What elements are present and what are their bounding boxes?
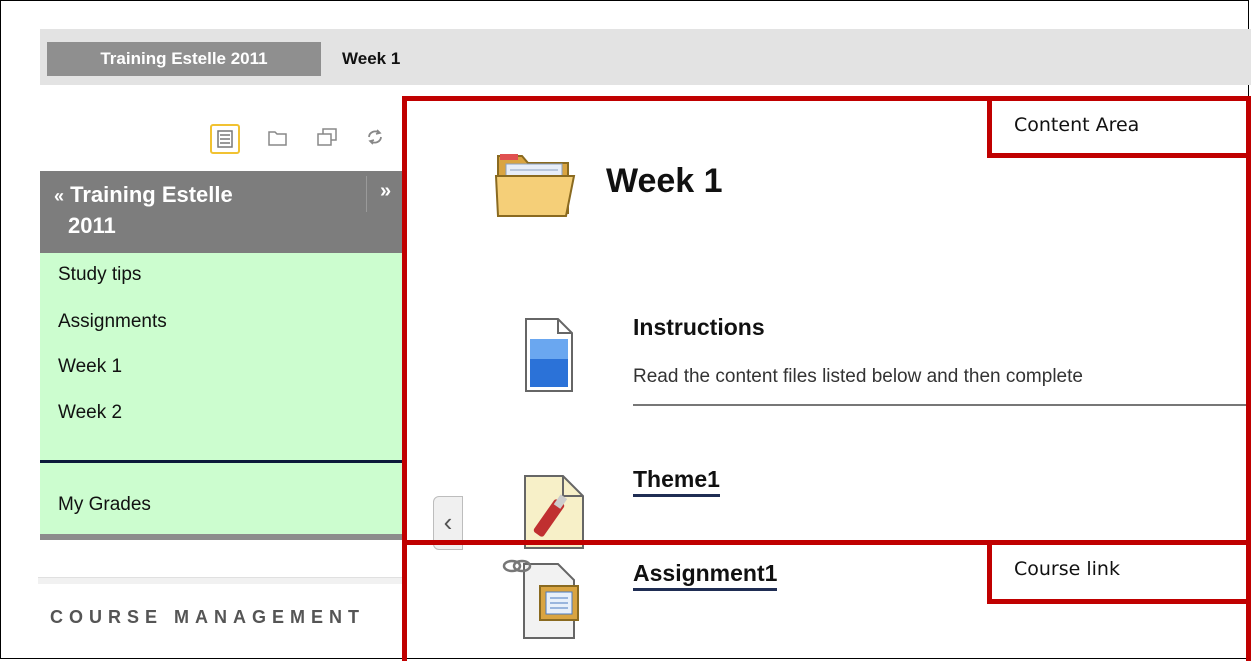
- refresh-icon[interactable]: [362, 124, 392, 154]
- course-management-heading[interactable]: COURSE MANAGEMENT: [50, 607, 365, 628]
- expand-menu-icon[interactable]: »: [380, 180, 391, 203]
- menu-item-week-2[interactable]: Week 2: [58, 402, 122, 424]
- menu-item-assignments[interactable]: Assignments: [58, 311, 167, 333]
- menu-divider: [40, 460, 404, 463]
- list-view-icon[interactable]: [210, 124, 240, 154]
- course-menu-title-line1: Training Estelle: [70, 182, 233, 207]
- menu-item-my-grades[interactable]: My Grades: [58, 494, 151, 516]
- content-area-annotation-box: [402, 96, 1251, 545]
- course-link-label: Course link: [987, 540, 1251, 604]
- content-area-label: Content Area: [987, 96, 1251, 158]
- menu-header-divider: [366, 176, 367, 212]
- course-menu-shadow: [40, 534, 404, 540]
- window-icon[interactable]: [314, 124, 344, 154]
- breadcrumb-course[interactable]: Training Estelle 2011: [47, 42, 321, 76]
- menu-item-study-tips[interactable]: Study tips: [58, 264, 141, 286]
- course-menu-title-line2: 2011: [68, 213, 116, 238]
- course-menu: [40, 253, 404, 534]
- menu-item-week-1[interactable]: Week 1: [58, 356, 122, 378]
- collapse-menu-icon[interactable]: «: [54, 186, 64, 206]
- folder-view-icon[interactable]: [264, 124, 294, 154]
- course-menu-title[interactable]: « Training Estelle 2011: [54, 180, 304, 241]
- breadcrumb-current: Week 1: [342, 49, 401, 68]
- section-divider: [38, 577, 404, 584]
